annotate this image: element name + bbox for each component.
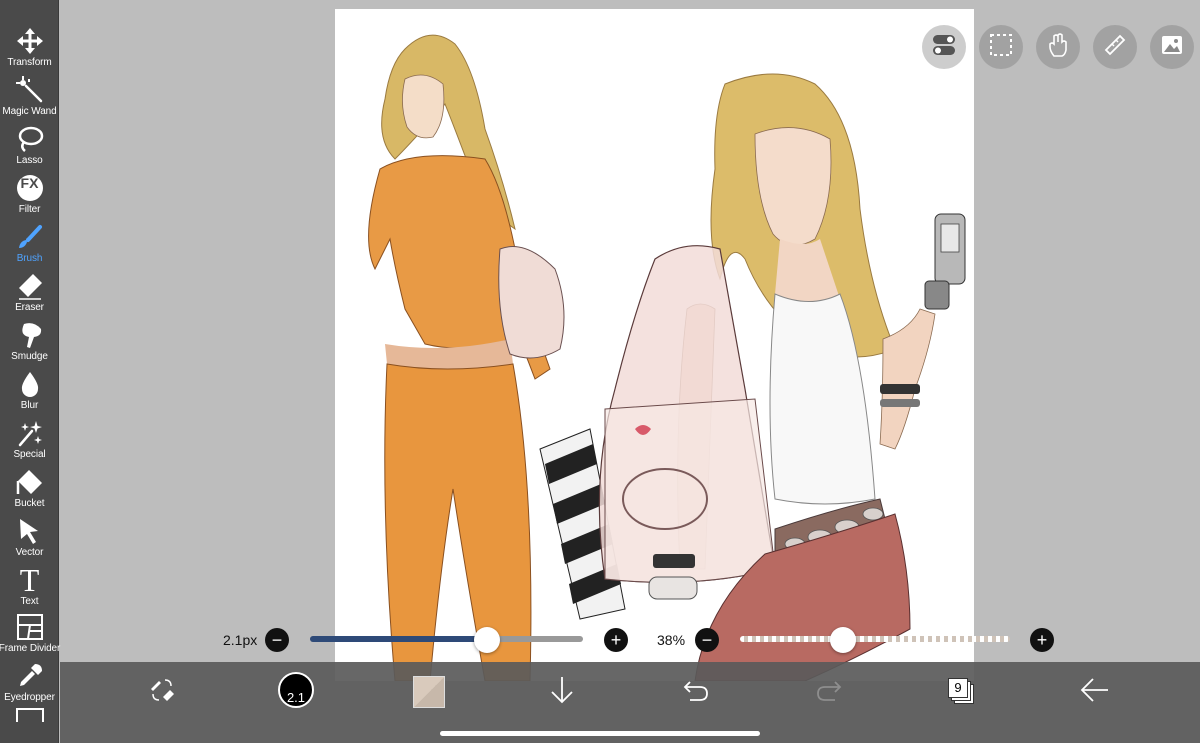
tool-label: Frame Divider	[0, 643, 61, 654]
tool-label: Vector	[15, 547, 44, 558]
smudge-icon	[15, 320, 45, 350]
tool-label: Special	[13, 449, 46, 460]
lasso-icon	[15, 124, 45, 154]
tool-sidebar: Transform Magic Wand Lasso Filter FX Bru…	[0, 0, 61, 743]
tool-label: Blur	[20, 400, 39, 411]
image-button[interactable]	[1150, 25, 1194, 69]
undo-button[interactable]	[676, 672, 716, 712]
brush-preview-value: 2.1	[286, 690, 306, 705]
text-t-icon: T	[15, 562, 45, 598]
text-t-glyph: T	[19, 562, 40, 598]
cursor-arrow-icon	[15, 516, 45, 546]
more-tools-icon[interactable]	[16, 708, 44, 722]
tool-label: Transform	[7, 57, 52, 68]
tool-special[interactable]: Special	[0, 412, 59, 461]
color-swatch-button[interactable]	[409, 672, 449, 712]
tool-text[interactable]: T Text	[0, 559, 59, 608]
download-button[interactable]	[542, 672, 582, 712]
home-indicator	[440, 731, 760, 736]
back-button[interactable]	[1075, 672, 1115, 712]
tool-label: Bucket	[14, 498, 45, 509]
eraser-icon	[15, 271, 45, 301]
redo-icon	[815, 676, 843, 709]
selection-button[interactable]	[979, 25, 1023, 69]
tool-blur[interactable]: Blur	[0, 363, 59, 412]
brush-eraser-swap-icon	[147, 675, 177, 710]
brush-size-track[interactable]	[310, 636, 583, 642]
swap-brush-eraser-button[interactable]	[142, 672, 182, 712]
drawing-canvas[interactable]	[335, 9, 974, 681]
tool-eraser[interactable]: Eraser	[0, 265, 59, 314]
plus-icon: +	[1036, 630, 1048, 650]
undo-icon	[682, 676, 710, 709]
color-swatch	[413, 676, 445, 708]
flip-phone	[924, 213, 966, 310]
magic-wand-icon	[15, 75, 45, 105]
tool-label: Eyedropper	[4, 692, 55, 703]
tool-frame-divider[interactable]: Frame Divider	[0, 606, 61, 655]
tool-smudge[interactable]: Smudge	[0, 314, 59, 363]
brush-size-value: 2.1px	[223, 632, 258, 648]
toggle-button[interactable]	[922, 25, 966, 69]
artwork-illustration	[368, 34, 966, 681]
tool-label: Brush	[16, 253, 43, 264]
tool-lasso[interactable]: Lasso	[0, 118, 59, 167]
down-arrow-icon	[548, 675, 576, 710]
brush-size-decrease-button[interactable]: −	[265, 628, 289, 652]
bucket-icon	[15, 467, 45, 497]
move-arrows-icon	[15, 26, 45, 56]
eyedropper-icon	[15, 661, 45, 691]
tool-label: Lasso	[16, 155, 43, 166]
tool-bucket[interactable]: Bucket	[0, 461, 59, 510]
brush-size-increase-button[interactable]: +	[604, 628, 628, 652]
layer-count: 9	[948, 678, 968, 698]
brush-size-preview-button[interactable]: 2.1	[276, 670, 316, 710]
drop-icon	[15, 369, 45, 399]
toggle-icon	[931, 32, 957, 63]
minus-icon: −	[271, 630, 283, 650]
image-icon	[1159, 32, 1185, 63]
selection-icon	[988, 32, 1014, 63]
brush-opacity-increase-button[interactable]: +	[1030, 628, 1054, 652]
tool-brush[interactable]: Brush	[0, 216, 59, 265]
tool-label: Eraser	[15, 302, 44, 313]
redo-button[interactable]	[809, 672, 849, 712]
brush-size-fill	[310, 636, 488, 642]
ruler-button[interactable]	[1093, 25, 1137, 69]
tool-eyedropper[interactable]: Eyedropper	[0, 655, 59, 704]
fx-icon-text: FX	[20, 175, 39, 191]
ruler-icon	[1102, 32, 1128, 63]
hand-button[interactable]	[1036, 25, 1080, 69]
brush-icon	[15, 222, 45, 252]
plus-icon: +	[610, 630, 622, 650]
tool-label: Smudge	[11, 351, 48, 362]
layers-button[interactable]: 9	[942, 672, 982, 712]
brush-preview-circle: 2.1	[278, 672, 314, 708]
tool-vector[interactable]: Vector	[0, 510, 59, 559]
left-arrow-icon	[1080, 677, 1110, 708]
layers-icon: 9	[948, 678, 976, 706]
brush-opacity-decrease-button[interactable]: −	[695, 628, 719, 652]
brush-opacity-value: 38%	[657, 632, 686, 648]
brush-opacity-thumb[interactable]	[829, 627, 856, 653]
tool-magic-wand[interactable]: Magic Wand	[0, 69, 59, 118]
hand-icon	[1045, 32, 1071, 63]
brush-opacity-track[interactable]	[740, 636, 1010, 642]
frame-divider-icon	[15, 612, 45, 642]
tool-label: Filter	[18, 204, 41, 215]
tool-transform[interactable]: Transform	[0, 20, 59, 69]
minus-icon: −	[701, 630, 713, 650]
sparkle-icon	[15, 418, 45, 448]
tote-bag	[598, 245, 776, 583]
tool-label: Magic Wand	[2, 106, 57, 117]
